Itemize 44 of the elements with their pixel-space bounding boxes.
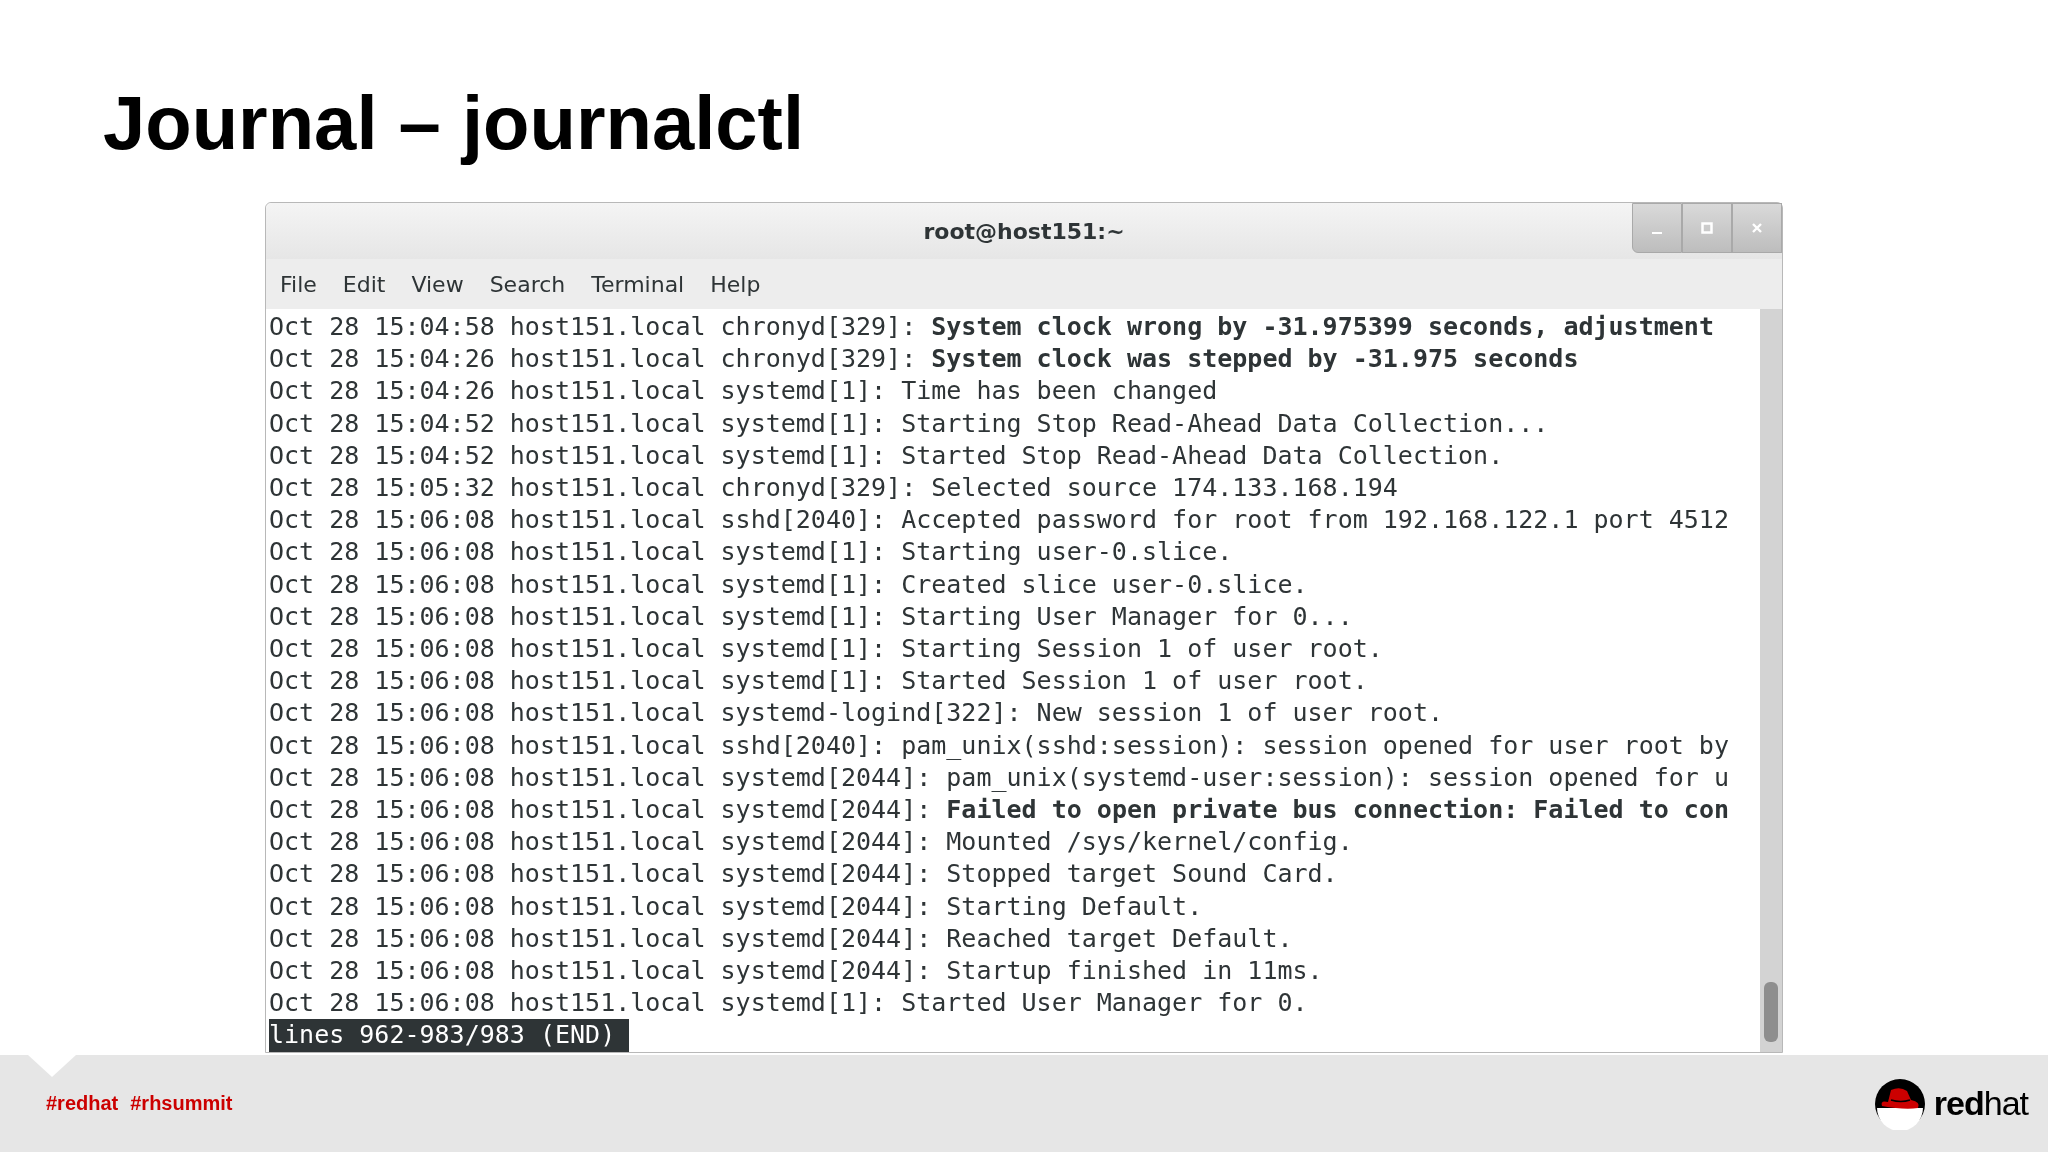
maximize-button[interactable] (1682, 203, 1732, 253)
log-line: Oct 28 15:06:08 host151.local systemd[1]: Starting Session 1 of user root. (269, 633, 1383, 666)
log-line: Oct 28 15:05:32 host151.local chronyd[329]: Selected source 174.133.168.194 (269, 472, 1398, 504)
log-line: Oct 28 15:06:08 host151.local systemd[2044]: pam_unix(systemd-user:session): session opened for u (269, 761, 1729, 794)
close-icon (1751, 222, 1763, 234)
log-line: Oct 28 15:04:52 host151.local systemd[1]: Starting Stop Read-Ahead Data Collection... (269, 407, 1549, 440)
log-line: Oct 28 15:06:08 host151.local systemd[1]: Starting User Manager for 0... (269, 600, 1353, 633)
log-line: Oct 28 15:06:08 host151.local systemd[1]: Started Session 1 of user root. (269, 665, 1368, 698)
hashtag: #redhat (46, 1092, 119, 1115)
log-line: Oct 28 15:06:08 host151.local systemd[2044]: Reached target Default. (269, 922, 1293, 955)
log-line: Oct 28 15:06:08 host151.local sshd[2040]: Accepted password for root from 192.168.122.1 port 4512 (269, 504, 1729, 537)
window-title: root@host151:~ (923, 218, 1125, 244)
log-line: Oct 28 15:04:52 host151.local systemd[1]: Started Stop Read-Ahead Data Collection. (269, 439, 1504, 472)
close-button[interactable] (1732, 203, 1782, 253)
log-line: Oct 28 15:06:08 host151.local systemd[1]: Started User Manager for 0. (269, 987, 1308, 1020)
menu-item[interactable]: Terminal (591, 271, 685, 297)
log-line: Oct 28 15:06:08 host151.local systemd[2044]: Starting Default. (269, 890, 1203, 923)
log-line: Oct 28 15:06:08 host151.local systemd[2044]: Mounted /sys/kernel/config. (269, 826, 1353, 859)
menu-item[interactable]: Edit (342, 271, 386, 297)
hashtag: #rhsummit (130, 1092, 233, 1115)
log-line: Oct 28 15:06:08 host151.local systemd-logind[322]: New session 1 of user root. (269, 697, 1443, 730)
minimize-button[interactable] (1632, 203, 1682, 253)
log-line: Oct 28 15:04:26 host151.local chronyd[329]: System clock was stepped by -31.975 seconds (269, 343, 1579, 376)
menu-item[interactable]: Search (489, 271, 566, 297)
logo-wordmark: redhat (1933, 1084, 2028, 1123)
menu-item[interactable]: Help (710, 271, 761, 297)
footer-notch (28, 1055, 76, 1077)
minimize-icon (1652, 232, 1662, 234)
scrollbar[interactable] (1760, 309, 1782, 1052)
hat-logo-icon (1873, 1077, 1926, 1130)
log-line: Oct 28 15:06:08 host151.local systemd[1]: Created slice user-0.slice. (269, 568, 1308, 601)
log-line: Oct 28 15:06:08 host151.local systemd[2044]: Startup finished in 11ms. (269, 955, 1323, 988)
log-line: Oct 28 15:06:08 host151.local sshd[2040]: pam_unix(sshd:session): session opened for user root by (269, 729, 1729, 762)
scrollbar-thumb[interactable] (1764, 981, 1778, 1042)
log-line: Oct 28 15:04:26 host151.local systemd[1]: Time has been changed (269, 375, 1218, 408)
maximize-icon (1701, 222, 1713, 234)
log-line: Oct 28 15:06:08 host151.local systemd[2044]: Stopped target Sound Card. (269, 858, 1338, 891)
log-line: Oct 28 15:06:08 host151.local systemd[1]: Starting user-0.slice. (269, 536, 1233, 569)
pager-status: lines 962-983/983 (END) (269, 1019, 630, 1052)
slide-title: Journal – journalctl (103, 80, 805, 166)
log-line: Oct 28 15:04:58 host151.local chronyd[329]: System clock wrong by -31.975399 seconds, adjustment (269, 311, 1714, 343)
log-line: Oct 28 15:06:08 host151.local systemd[2044]: Failed to open private bus connection: Failed to con (269, 794, 1729, 827)
menu-item[interactable]: View (411, 271, 464, 297)
menu-item[interactable]: File (280, 271, 317, 297)
